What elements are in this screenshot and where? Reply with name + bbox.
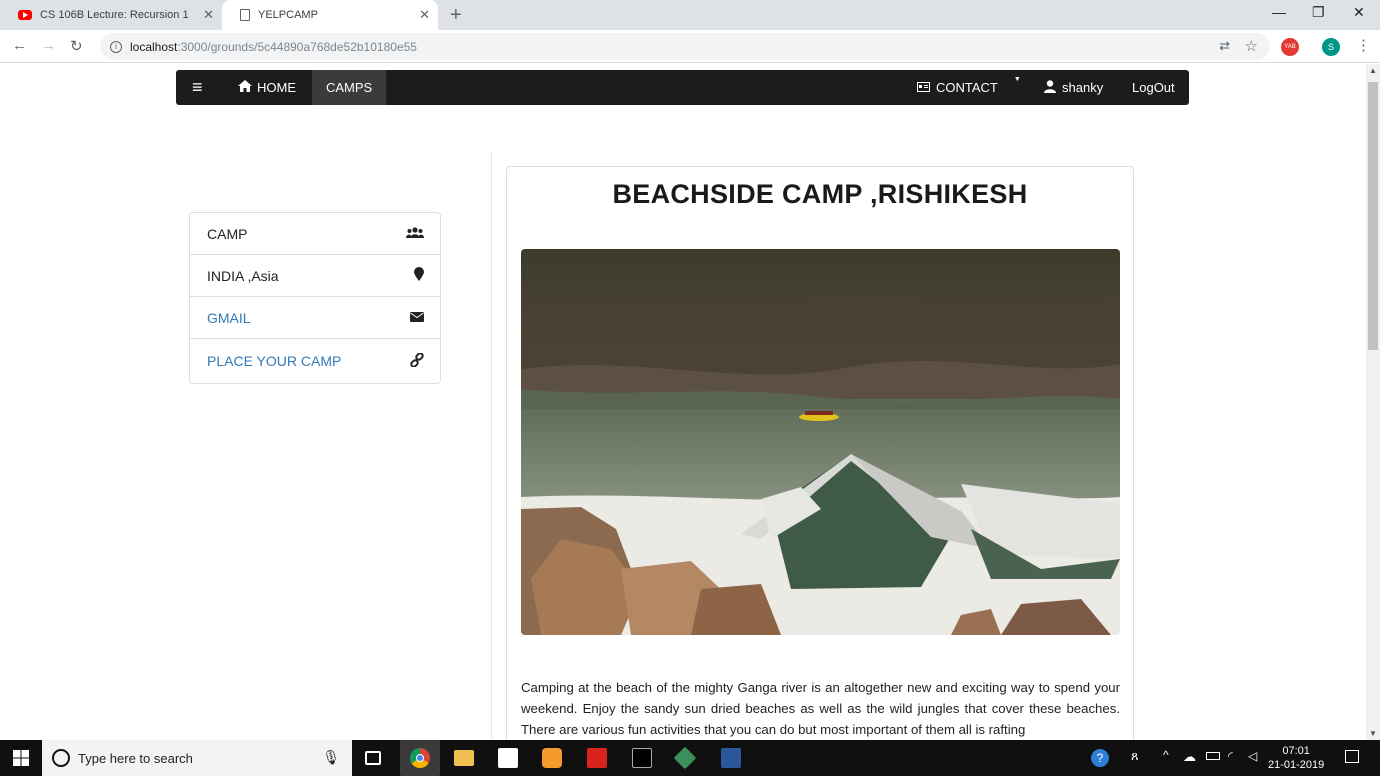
nav-user-label: shanky <box>1062 80 1104 95</box>
nav-logout-label: LogOut <box>1132 80 1175 95</box>
acrobat-icon[interactable] <box>587 748 607 768</box>
sidebar-item-label: GMAIL <box>207 309 251 326</box>
browser-tab-strip: CS 106B Lecture: Recursion 1 (int ✕ YELP… <box>0 0 1380 30</box>
close-tab-icon[interactable]: ✕ <box>203 7 214 23</box>
caret-down-icon: ▼ <box>1013 76 1021 83</box>
page-icon <box>240 9 250 21</box>
camp-title: BEACHSIDE CAMP ,RISHIKESH <box>612 179 1028 209</box>
sidebar-item-gmail[interactable]: GMAIL <box>190 297 440 339</box>
media-player-icon[interactable] <box>542 748 562 768</box>
info-icon[interactable]: i <box>110 40 122 53</box>
address-bar[interactable]: i localhost:3000/grounds/5c44890a768de52… <box>100 33 1270 60</box>
translate-icon[interactable]: ⇄ <box>1219 38 1230 54</box>
wifi-icon[interactable]: ◜ <box>1228 749 1233 763</box>
youtube-icon <box>18 10 32 20</box>
clock-time: 07:01 <box>1282 745 1310 757</box>
nav-home[interactable]: HOME <box>224 70 310 105</box>
page-content: ≡ HOME CAMPS CONTACT ▼ shanky LogOut CAM… <box>0 64 1366 740</box>
bookmark-star-icon[interactable]: ☆ <box>1245 37 1258 55</box>
close-window-icon[interactable]: ✕ <box>1353 4 1365 21</box>
windows-start-icon[interactable] <box>13 750 29 771</box>
url-path: :3000/grounds/5c44890a768de52b10180e55 <box>177 39 417 54</box>
column-divider <box>491 152 492 740</box>
tab-yelpcamp[interactable]: YELPCAMP ✕ <box>222 0 438 30</box>
task-view-icon[interactable] <box>365 751 381 765</box>
new-tab-icon[interactable]: + <box>450 4 462 27</box>
minimize-icon[interactable]: — <box>1272 4 1286 20</box>
scrollbar-thumb[interactable] <box>1368 82 1378 350</box>
onedrive-icon[interactable]: ☁ <box>1183 749 1196 765</box>
taskbar-search[interactable]: Type here to search 🎙 <box>42 740 352 776</box>
scroll-down-icon[interactable]: ▼ <box>1369 729 1377 738</box>
nav-contact[interactable]: CONTACT ▼ <box>903 70 1035 105</box>
git-icon[interactable] <box>673 746 697 770</box>
hamburger-menu-icon[interactable]: ≡ <box>178 70 217 105</box>
user-icon <box>1044 79 1056 96</box>
users-icon <box>406 226 424 241</box>
help-icon[interactable]: ? <box>1091 749 1109 767</box>
sidebar-item-camp: CAMP <box>190 213 440 255</box>
close-tab-icon[interactable]: ✕ <box>419 7 430 23</box>
extension-icon[interactable]: YAB <box>1281 38 1299 56</box>
home-icon <box>238 80 252 95</box>
microphone-icon[interactable]: 🎙 <box>322 749 340 766</box>
notifications-icon[interactable] <box>1345 750 1359 763</box>
envelope-icon <box>410 310 424 325</box>
volume-icon[interactable]: ◁ <box>1248 749 1257 763</box>
terminal-icon[interactable] <box>632 748 652 768</box>
nav-camps-label: CAMPS <box>326 80 373 95</box>
sidebar-item-label: INDIA ,Asia <box>207 267 279 284</box>
sidebar-list: CAMP INDIA ,Asia GMAIL PLACE YOUR CAMP <box>189 212 441 384</box>
store-icon[interactable] <box>498 748 518 768</box>
nav-camps[interactable]: CAMPS <box>312 70 387 105</box>
contact-card-icon <box>917 80 930 95</box>
nav-contact-label: CONTACT <box>936 80 998 95</box>
taskbar-search-placeholder: Type here to search <box>78 750 193 766</box>
link-icon <box>410 351 424 370</box>
windows-taskbar: Type here to search 🎙 ? ጸ ^ ☁ ◜ ◁ 07:01 … <box>0 740 1380 776</box>
sidebar-item-label: CAMP <box>207 225 248 242</box>
sidebar-item-place-your-camp[interactable]: PLACE YOUR CAMP <box>190 339 440 383</box>
page-scrollbar[interactable]: ▲ ▼ <box>1366 64 1380 740</box>
tab-title: CS 106B Lecture: Recursion 1 (int <box>40 9 190 21</box>
tab-youtube[interactable]: CS 106B Lecture: Recursion 1 (int ✕ <box>0 0 222 30</box>
tray-chevron-icon[interactable]: ^ <box>1163 748 1169 762</box>
camp-image <box>521 249 1120 635</box>
battery-icon[interactable] <box>1206 752 1220 760</box>
scroll-up-icon[interactable]: ▲ <box>1369 66 1377 75</box>
url-host: localhost <box>130 39 178 54</box>
profile-avatar[interactable]: S <box>1322 38 1340 56</box>
more-menu-icon[interactable]: ⋮ <box>1356 36 1371 54</box>
nav-home-label: HOME <box>257 80 296 95</box>
word-icon[interactable] <box>721 748 741 768</box>
sidebar-item-location: INDIA ,Asia <box>190 255 440 297</box>
cortana-icon <box>52 749 70 767</box>
reload-icon[interactable]: ↻ <box>70 37 83 55</box>
nav-logout[interactable]: LogOut <box>1118 70 1189 105</box>
map-marker-icon <box>414 267 424 284</box>
camp-description: Camping at the beach of the mighty Ganga… <box>521 680 1120 737</box>
back-icon[interactable]: ← <box>12 37 27 54</box>
top-navbar: ≡ HOME CAMPS CONTACT ▼ shanky LogOut <box>176 70 1189 105</box>
chrome-taskbar-icon[interactable] <box>400 740 440 776</box>
nav-user[interactable]: shanky <box>1030 70 1117 105</box>
restore-icon[interactable]: ❐ <box>1312 4 1325 21</box>
forward-icon[interactable]: → <box>41 37 56 54</box>
clock-date: 21-01-2019 <box>1268 759 1325 771</box>
tab-title: YELPCAMP <box>258 9 318 21</box>
browser-toolbar: ← → ↻ i localhost:3000/grounds/5c44890a7… <box>0 30 1380 63</box>
people-icon[interactable]: ጸ <box>1131 748 1139 764</box>
sidebar-item-label: PLACE YOUR CAMP <box>207 353 342 369</box>
file-explorer-icon[interactable] <box>454 750 474 766</box>
taskbar-clock[interactable]: 07:01 21-01-2019 <box>1268 744 1324 772</box>
camp-card: BEACHSIDE CAMP ,RISHIKESH Camping at the… <box>506 166 1134 740</box>
